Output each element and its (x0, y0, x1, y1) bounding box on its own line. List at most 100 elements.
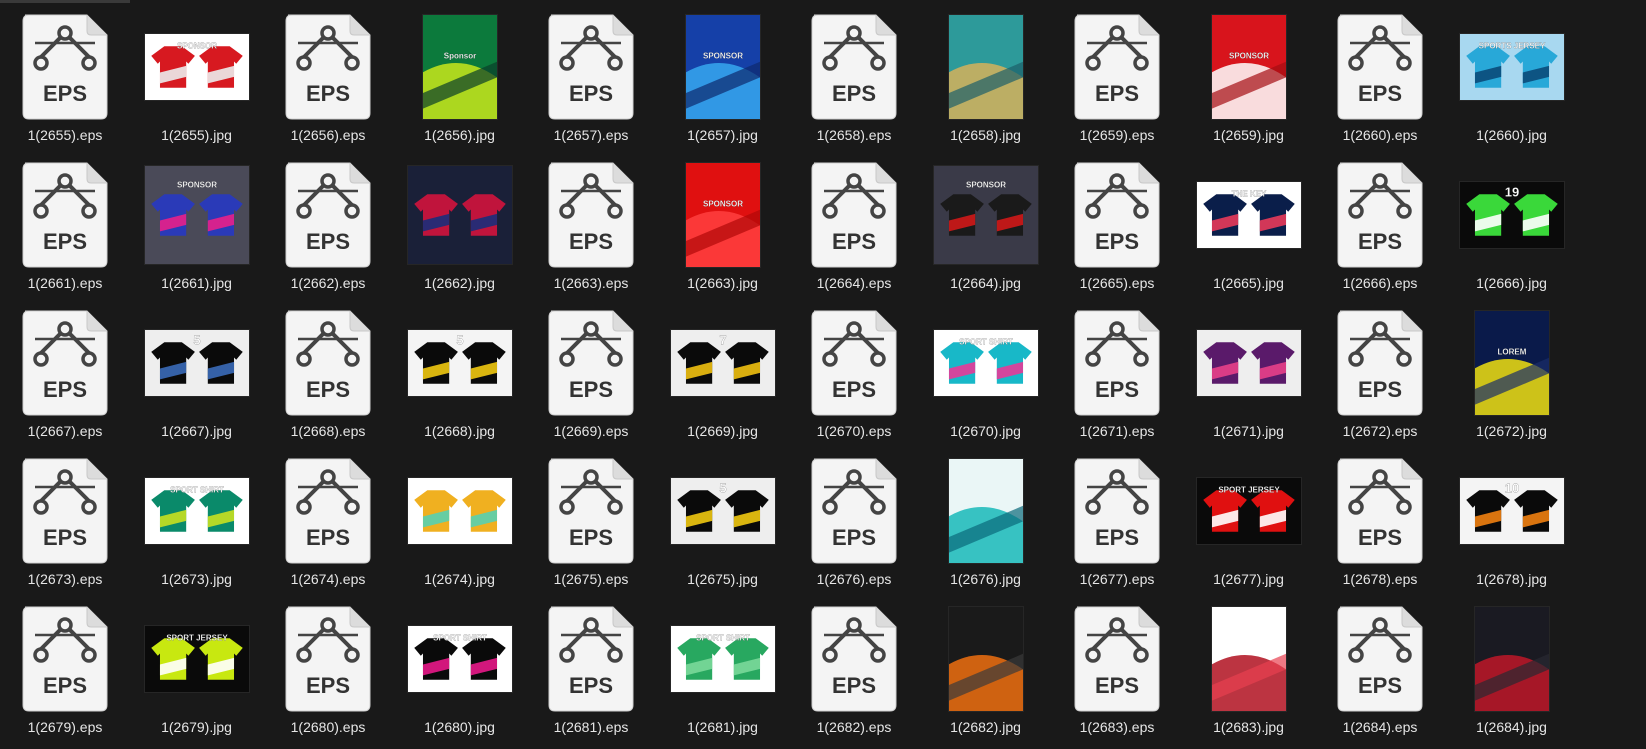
jpg-file-item[interactable]: SPONSOR 1(2659).jpg (1187, 6, 1311, 146)
file-thumbnail (924, 452, 1048, 570)
jpg-file-item[interactable]: SPONSOR 1(2655).jpg (135, 6, 259, 146)
file-name-label: 1(2676).eps (816, 571, 892, 587)
jpg-file-item[interactable]: 7 1(2669).jpg (661, 302, 785, 442)
file-thumbnail: SPORT SHIRT (398, 600, 522, 718)
file-thumbnail: EPS (1055, 8, 1179, 126)
eps-file-item[interactable]: EPS 1(2675).eps (529, 450, 653, 590)
eps-file-item[interactable]: EPS 1(2683).eps (1055, 598, 1179, 738)
file-name-label: 1(2671).jpg (1213, 423, 1284, 439)
jpg-file-item[interactable]: SPORT JERSEY 1(2677).jpg (1187, 450, 1311, 590)
file-name-label: 1(2678).jpg (1476, 571, 1547, 587)
file-name-label: 1(2673).eps (27, 571, 103, 587)
eps-icon-label: EPS (1358, 377, 1402, 402)
jpg-file-item[interactable]: 1(2674).jpg (398, 450, 522, 590)
eps-file-item[interactable]: EPS 1(2676).eps (792, 450, 916, 590)
eps-file-item[interactable]: EPS 1(2668).eps (266, 302, 390, 442)
eps-icon-label: EPS (306, 229, 350, 254)
jpg-file-item[interactable]: SPONSOR 1(2663).jpg (661, 154, 785, 294)
eps-file-item[interactable]: EPS 1(2681).eps (529, 598, 653, 738)
thumbnail-text: 19 (1504, 185, 1518, 200)
jpg-file-item[interactable]: 1(2676).jpg (924, 450, 1048, 590)
jpg-file-item[interactable]: SPORT SHIRT 1(2681).jpg (661, 598, 785, 738)
eps-file-item[interactable]: EPS 1(2671).eps (1055, 302, 1179, 442)
thumbnail-text: Sponsor (443, 52, 475, 61)
eps-file-item[interactable]: EPS 1(2674).eps (266, 450, 390, 590)
file-thumbnail: EPS (792, 8, 916, 126)
eps-file-item[interactable]: EPS 1(2673).eps (3, 450, 127, 590)
eps-file-item[interactable]: EPS 1(2672).eps (1318, 302, 1442, 442)
file-thumbnail (924, 600, 1048, 718)
eps-file-item[interactable]: EPS 1(2679).eps (3, 598, 127, 738)
eps-file-item[interactable]: EPS 1(2660).eps (1318, 6, 1442, 146)
jpg-file-item[interactable]: SPORT SHIRT 1(2670).jpg (924, 302, 1048, 442)
eps-file-item[interactable]: EPS 1(2658).eps (792, 6, 916, 146)
jpg-image-thumbnail: SPORT JERSEY (144, 626, 249, 692)
file-name-label: 1(2669).jpg (687, 423, 758, 439)
thumbnail-text: SPORT SHIRT (696, 634, 750, 643)
eps-vector-file-icon: EPS (1074, 606, 1160, 712)
eps-file-item[interactable]: EPS 1(2667).eps (3, 302, 127, 442)
eps-file-item[interactable]: EPS 1(2659).eps (1055, 6, 1179, 146)
eps-file-item[interactable]: EPS 1(2684).eps (1318, 598, 1442, 738)
eps-file-item[interactable]: EPS 1(2663).eps (529, 154, 653, 294)
file-thumbnail: 7 (661, 304, 785, 422)
eps-file-item[interactable]: EPS 1(2657).eps (529, 6, 653, 146)
jpg-file-item[interactable]: THE KEY 1(2665).jpg (1187, 154, 1311, 294)
jpg-file-item[interactable]: SPONSOR 1(2661).jpg (135, 154, 259, 294)
eps-file-item[interactable]: EPS 1(2678).eps (1318, 450, 1442, 590)
eps-file-item[interactable]: EPS 1(2661).eps (3, 154, 127, 294)
eps-file-item[interactable]: EPS 1(2677).eps (1055, 450, 1179, 590)
eps-icon-label: EPS (569, 229, 613, 254)
jpg-file-item[interactable]: 10 1(2678).jpg (1450, 450, 1574, 590)
jpg-image-thumbnail: SPONSOR (144, 34, 249, 100)
jpg-file-item[interactable]: 1(2682).jpg (924, 598, 1048, 738)
eps-vector-file-icon: EPS (548, 606, 634, 712)
jpg-file-item[interactable]: 1(2662).jpg (398, 154, 522, 294)
file-name-label: 1(2663).jpg (687, 275, 758, 291)
eps-file-item[interactable]: EPS 1(2662).eps (266, 154, 390, 294)
jpg-file-item[interactable]: 1(2658).jpg (924, 6, 1048, 146)
jpg-file-item[interactable]: SPORT JERSEY 1(2679).jpg (135, 598, 259, 738)
jpg-file-item[interactable]: 19 1(2666).jpg (1450, 154, 1574, 294)
file-thumbnail (924, 8, 1048, 126)
eps-file-item[interactable]: EPS 1(2656).eps (266, 6, 390, 146)
jpg-file-item[interactable]: SPONSOR 1(2664).jpg (924, 154, 1048, 294)
jpg-file-item[interactable]: 1(2683).jpg (1187, 598, 1311, 738)
jpg-file-item[interactable]: SPONSOR 1(2657).jpg (661, 6, 785, 146)
eps-icon-label: EPS (832, 377, 876, 402)
jpg-file-item[interactable]: 1(2684).jpg (1450, 598, 1574, 738)
jpg-file-item[interactable]: LOREM 1(2672).jpg (1450, 302, 1574, 442)
eps-icon-label: EPS (569, 673, 613, 698)
eps-file-item[interactable]: EPS 1(2664).eps (792, 154, 916, 294)
eps-vector-file-icon: EPS (1074, 310, 1160, 416)
eps-icon-label: EPS (43, 525, 87, 550)
jpg-file-item[interactable]: 1(2671).jpg (1187, 302, 1311, 442)
eps-file-item[interactable]: EPS 1(2665).eps (1055, 154, 1179, 294)
eps-icon-label: EPS (43, 673, 87, 698)
file-thumbnail: EPS (266, 8, 390, 126)
file-name-label: 1(2677).eps (1079, 571, 1155, 587)
eps-file-item[interactable]: EPS 1(2670).eps (792, 302, 916, 442)
eps-icon-label: EPS (832, 673, 876, 698)
eps-file-item[interactable]: EPS 1(2669).eps (529, 302, 653, 442)
file-thumbnail: SPORT JERSEY (1187, 452, 1311, 570)
jpg-image-thumbnail (948, 15, 1023, 119)
jpg-file-item[interactable]: SPORTS JERSEY 1(2660).jpg (1450, 6, 1574, 146)
eps-vector-file-icon: EPS (1074, 14, 1160, 120)
eps-file-item[interactable]: EPS 1(2655).eps (3, 6, 127, 146)
jpg-file-item[interactable]: 5 1(2668).jpg (398, 302, 522, 442)
jpg-file-item[interactable]: SPORT SHIRT 1(2673).jpg (135, 450, 259, 590)
eps-vector-file-icon: EPS (548, 310, 634, 416)
jpg-file-item[interactable]: Sponsor 1(2656).jpg (398, 6, 522, 146)
eps-vector-file-icon: EPS (285, 310, 371, 416)
eps-vector-file-icon: EPS (1074, 162, 1160, 268)
eps-vector-file-icon: EPS (22, 162, 108, 268)
eps-file-item[interactable]: EPS 1(2680).eps (266, 598, 390, 738)
jpg-image-thumbnail: 10 (1459, 478, 1564, 544)
thumbnail-text: 5 (456, 333, 463, 348)
jpg-file-item[interactable]: 5 1(2675).jpg (661, 450, 785, 590)
jpg-file-item[interactable]: SPORT SHIRT 1(2680).jpg (398, 598, 522, 738)
eps-file-item[interactable]: EPS 1(2666).eps (1318, 154, 1442, 294)
jpg-file-item[interactable]: 5 1(2667).jpg (135, 302, 259, 442)
eps-file-item[interactable]: EPS 1(2682).eps (792, 598, 916, 738)
